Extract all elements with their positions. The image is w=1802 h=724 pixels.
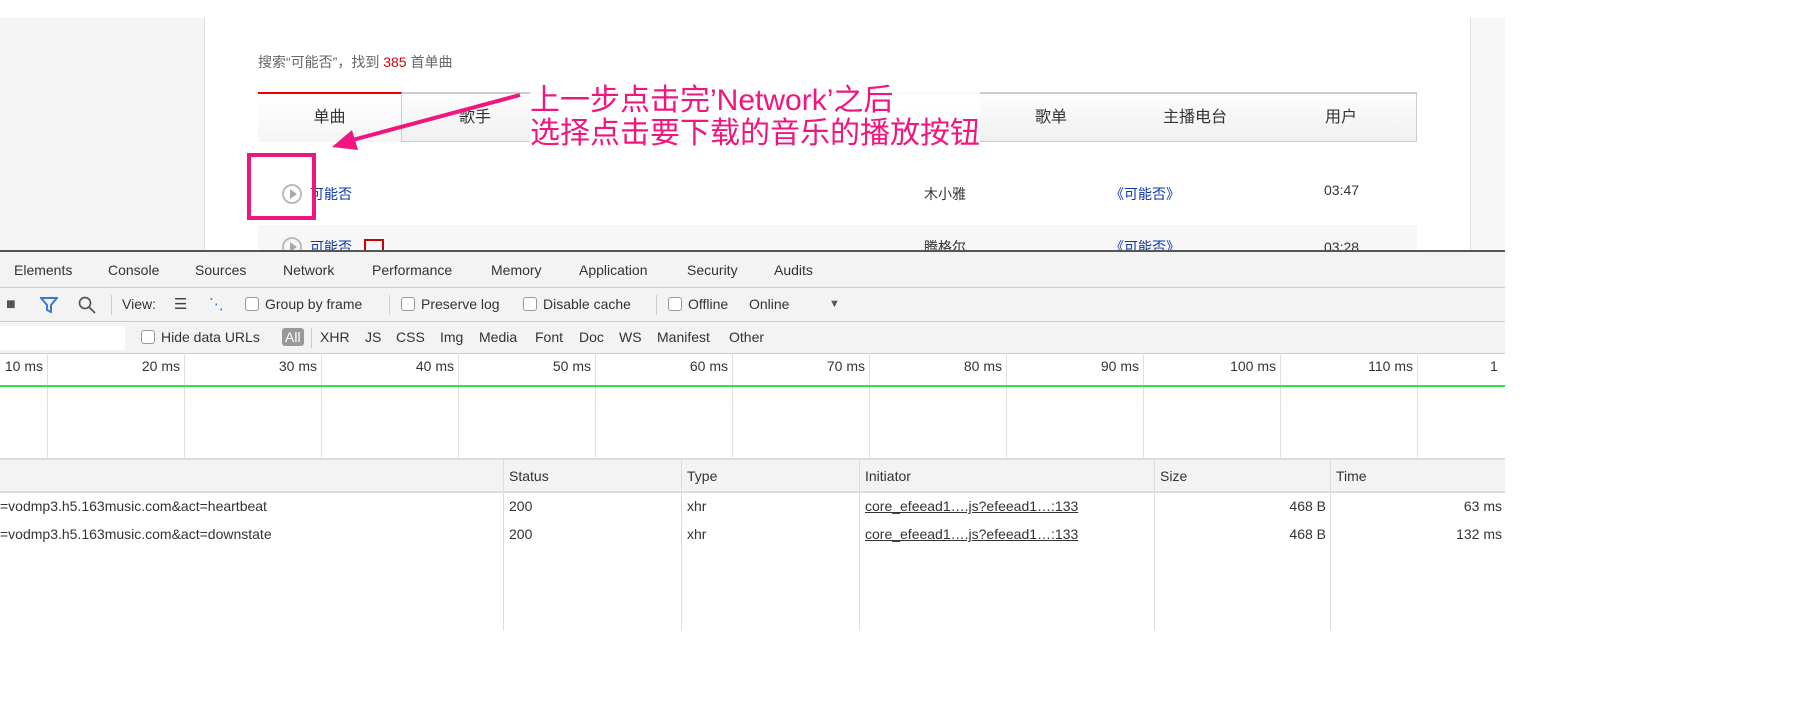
tab-security[interactable]: Security	[687, 252, 738, 288]
request-type: xhr	[687, 526, 707, 542]
large-rows-icon[interactable]: ☰	[174, 288, 187, 321]
timeline-tick-label: 100 ms	[1230, 358, 1276, 374]
timeline-tick-label: 50 ms	[552, 358, 591, 374]
timeline-tick-label: 70 ms	[826, 358, 865, 374]
timeline-tick-label: 20 ms	[141, 358, 180, 374]
throttling-select[interactable]: Online	[749, 288, 789, 321]
request-time: 132 ms	[1456, 526, 1502, 542]
request-size: 468 B	[1289, 526, 1326, 542]
request-name: =vodmp3.h5.163music.com&act=heartbeat	[0, 498, 267, 514]
tab-elements[interactable]: Elements	[14, 252, 72, 288]
annotation-arrow	[332, 93, 521, 150]
timeline-gridline	[732, 353, 733, 458]
column-divider	[681, 459, 682, 630]
chevron-down-icon[interactable]: ▼	[829, 288, 840, 321]
filter-bar: Hide data URLs All XHR JS CSS Img Media …	[0, 322, 1505, 354]
divider	[111, 295, 112, 315]
filter-js[interactable]: JS	[365, 322, 381, 353]
group-by-frame-checkbox[interactable]: Group by frame	[245, 288, 362, 321]
filter-xhr[interactable]: XHR	[320, 322, 350, 353]
timeline-tick-label: 30 ms	[278, 358, 317, 374]
filter-css[interactable]: CSS	[396, 322, 425, 353]
timeline-tick-label: 40 ms	[415, 358, 454, 374]
timeline-gridline	[1006, 353, 1007, 458]
column-size[interactable]: Size	[1160, 459, 1187, 493]
tab-performance[interactable]: Performance	[372, 252, 452, 288]
tab-console[interactable]: Console	[108, 252, 159, 288]
music-search-page: 搜索“可能否”，找到 385 首单曲 单曲 歌手 歌单 主播电台 用户 可能否 …	[0, 0, 1505, 250]
divider	[656, 295, 657, 315]
filter-icon[interactable]	[40, 297, 58, 313]
timeline-gridline	[184, 353, 185, 458]
filter-manifest[interactable]: Manifest	[657, 322, 710, 353]
timeline-tick-label: 1	[1490, 358, 1498, 374]
timeline-tick-label: 110 ms	[1368, 358, 1413, 374]
column-divider	[503, 459, 504, 630]
request-status: 200	[509, 498, 533, 514]
filter-ws[interactable]: WS	[619, 322, 642, 353]
offline-checkbox[interactable]: Offline	[668, 288, 728, 321]
filter-input[interactable]	[0, 326, 125, 350]
preserve-log-checkbox[interactable]: Preserve log	[401, 288, 500, 321]
search-icon[interactable]	[78, 296, 96, 314]
column-divider	[859, 459, 860, 630]
tab-sources[interactable]: Sources	[195, 252, 246, 288]
timeline-tick-label: 90 ms	[1100, 358, 1139, 374]
request-type: xhr	[687, 498, 707, 514]
timeline-gridline	[869, 353, 870, 458]
timeline-gridline	[47, 353, 48, 458]
timeline-gridline	[1280, 353, 1281, 458]
request-status: 200	[509, 526, 533, 542]
column-status[interactable]: Status	[509, 459, 549, 493]
filter-doc[interactable]: Doc	[579, 322, 604, 353]
annotation-highlight-box	[247, 153, 316, 220]
disable-cache-checkbox[interactable]: Disable cache	[523, 288, 631, 321]
filter-other[interactable]: Other	[729, 322, 764, 353]
filter-img[interactable]: Img	[440, 322, 463, 353]
timeline-gridline	[321, 353, 322, 458]
column-type[interactable]: Type	[687, 459, 717, 493]
request-size: 468 B	[1289, 498, 1326, 514]
timeline-tick-label: 10 ms	[4, 358, 43, 374]
timeline-tick-label: 80 ms	[963, 358, 1002, 374]
hide-data-urls-checkbox[interactable]: Hide data URLs	[141, 322, 260, 353]
filter-font[interactable]: Font	[535, 322, 563, 353]
column-time[interactable]: Time	[1336, 459, 1367, 493]
request-time: 63 ms	[1463, 498, 1502, 514]
waterfall-icon[interactable]: ⋱	[209, 288, 224, 321]
table-header	[0, 460, 1505, 493]
divider	[389, 295, 390, 315]
timeline-gridline	[595, 353, 596, 458]
devtools-tabbar: Elements Console Sources Network Perform…	[0, 252, 1505, 290]
timeline-load-bar	[0, 385, 1505, 387]
column-initiator[interactable]: Initiator	[865, 459, 911, 493]
timeline-tick-label: 60 ms	[689, 358, 728, 374]
filter-media[interactable]: Media	[479, 322, 517, 353]
view-label: View:	[122, 296, 156, 312]
tab-memory[interactable]: Memory	[491, 252, 542, 288]
tab-audits[interactable]: Audits	[774, 252, 813, 288]
tab-network[interactable]: Network	[269, 252, 349, 290]
request-name: =vodmp3.h5.163music.com&act=downstate	[0, 526, 272, 542]
timeline-gridline	[1417, 353, 1418, 458]
timeline-gridline	[1143, 353, 1144, 458]
network-toolbar: ■ View: ☰ ⋱ Group by frame Preserve log …	[0, 288, 1505, 322]
divider	[311, 328, 312, 348]
timeline-gridline	[458, 353, 459, 458]
tab-application[interactable]: Application	[579, 252, 648, 288]
request-initiator[interactable]: core_efeead1….js?efeead1…:133	[865, 521, 1078, 548]
capture-screenshots-icon[interactable]: ■	[6, 288, 16, 321]
filter-all[interactable]: All	[282, 322, 304, 353]
request-initiator[interactable]: core_efeead1….js?efeead1…:133	[865, 493, 1078, 520]
